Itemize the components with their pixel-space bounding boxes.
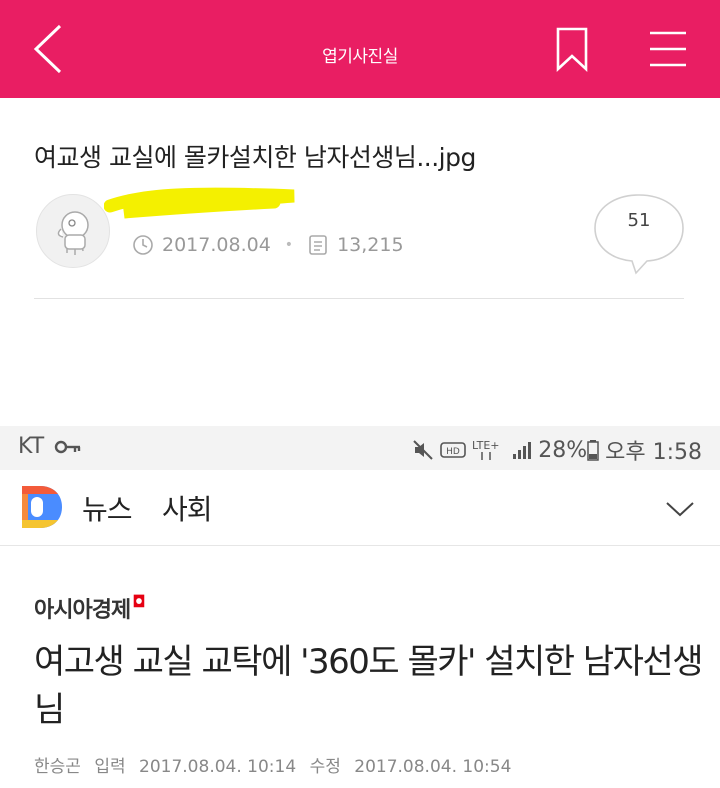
view-count: 13,215 [337,234,404,256]
battery-level: 28% [538,437,588,463]
post-meta: 2017.08.04 • 13,215 [132,232,404,258]
divider [34,298,684,299]
modified-date: 2017.08.04. 10:54 [354,757,512,777]
post-date: 2017.08.04 [162,234,271,256]
article-title: 여고생 교실 교탁에 '360도 몰카' 설치한 남자선생님 [34,642,703,730]
status-indicators: HD LTE+ 28% 오후 1:58 [412,434,702,466]
signal-icon [513,442,532,459]
chevron-down-icon[interactable] [664,498,696,520]
comment-bubble-icon[interactable] [592,192,686,276]
menu-button[interactable] [644,26,692,72]
published-date: 2017.08.04. 10:14 [139,757,297,777]
post-title: 여교생 교실에 몰카설치한 남자선생님...jpg [34,143,476,172]
default-avatar-icon [57,211,89,255]
press-mark-icon: ◘ [132,592,145,611]
hamburger-menu-icon [650,31,686,67]
article-author: 한승곤 [34,757,81,777]
news-section[interactable]: 사회 [162,488,213,528]
press-logo[interactable]: 아시아경제 ◘ [34,592,146,624]
svg-text:LTE+: LTE+ [472,439,500,452]
document-icon [309,235,327,255]
published-label: 입력 [94,757,126,777]
battery-icon [587,440,599,461]
article-byline: 한승곤 입력 2017.08.04. 10:14 수정 2017.08.04. … [34,752,519,777]
page-title: 엽기사진실 [322,47,398,67]
press-name: 아시아경제 [34,598,131,623]
embedded-screenshot: KT HD LTE+ 28% 오후 1:58 뉴스 사회 아시아경제 ◘ 여고생… [0,426,720,788]
status-bar: KT HD LTE+ 28% 오후 1:58 [0,426,720,470]
news-app-header: 뉴스 사회 [0,472,720,546]
key-icon [54,440,81,454]
meta-separator: • [284,237,294,253]
bookmark-button[interactable] [552,26,592,72]
author-name-redaction [104,187,295,219]
carrier-label: KT [18,434,45,459]
avatar[interactable] [36,194,110,268]
news-tab[interactable]: 뉴스 [82,488,133,528]
mute-icon [413,440,433,460]
comment-count[interactable]: 51 [592,210,686,231]
status-time: 오후 1:58 [605,440,702,465]
bookmark-icon [556,27,588,72]
lte-plus-icon: LTE+ [472,439,500,460]
modified-label: 수정 [309,757,341,777]
top-app-bar: 엽기사진실 [0,0,720,98]
clock-icon [133,235,153,255]
svg-text:HD: HD [446,447,460,457]
daum-logo-icon[interactable] [18,482,64,532]
hd-voice-icon: HD [440,442,467,458]
